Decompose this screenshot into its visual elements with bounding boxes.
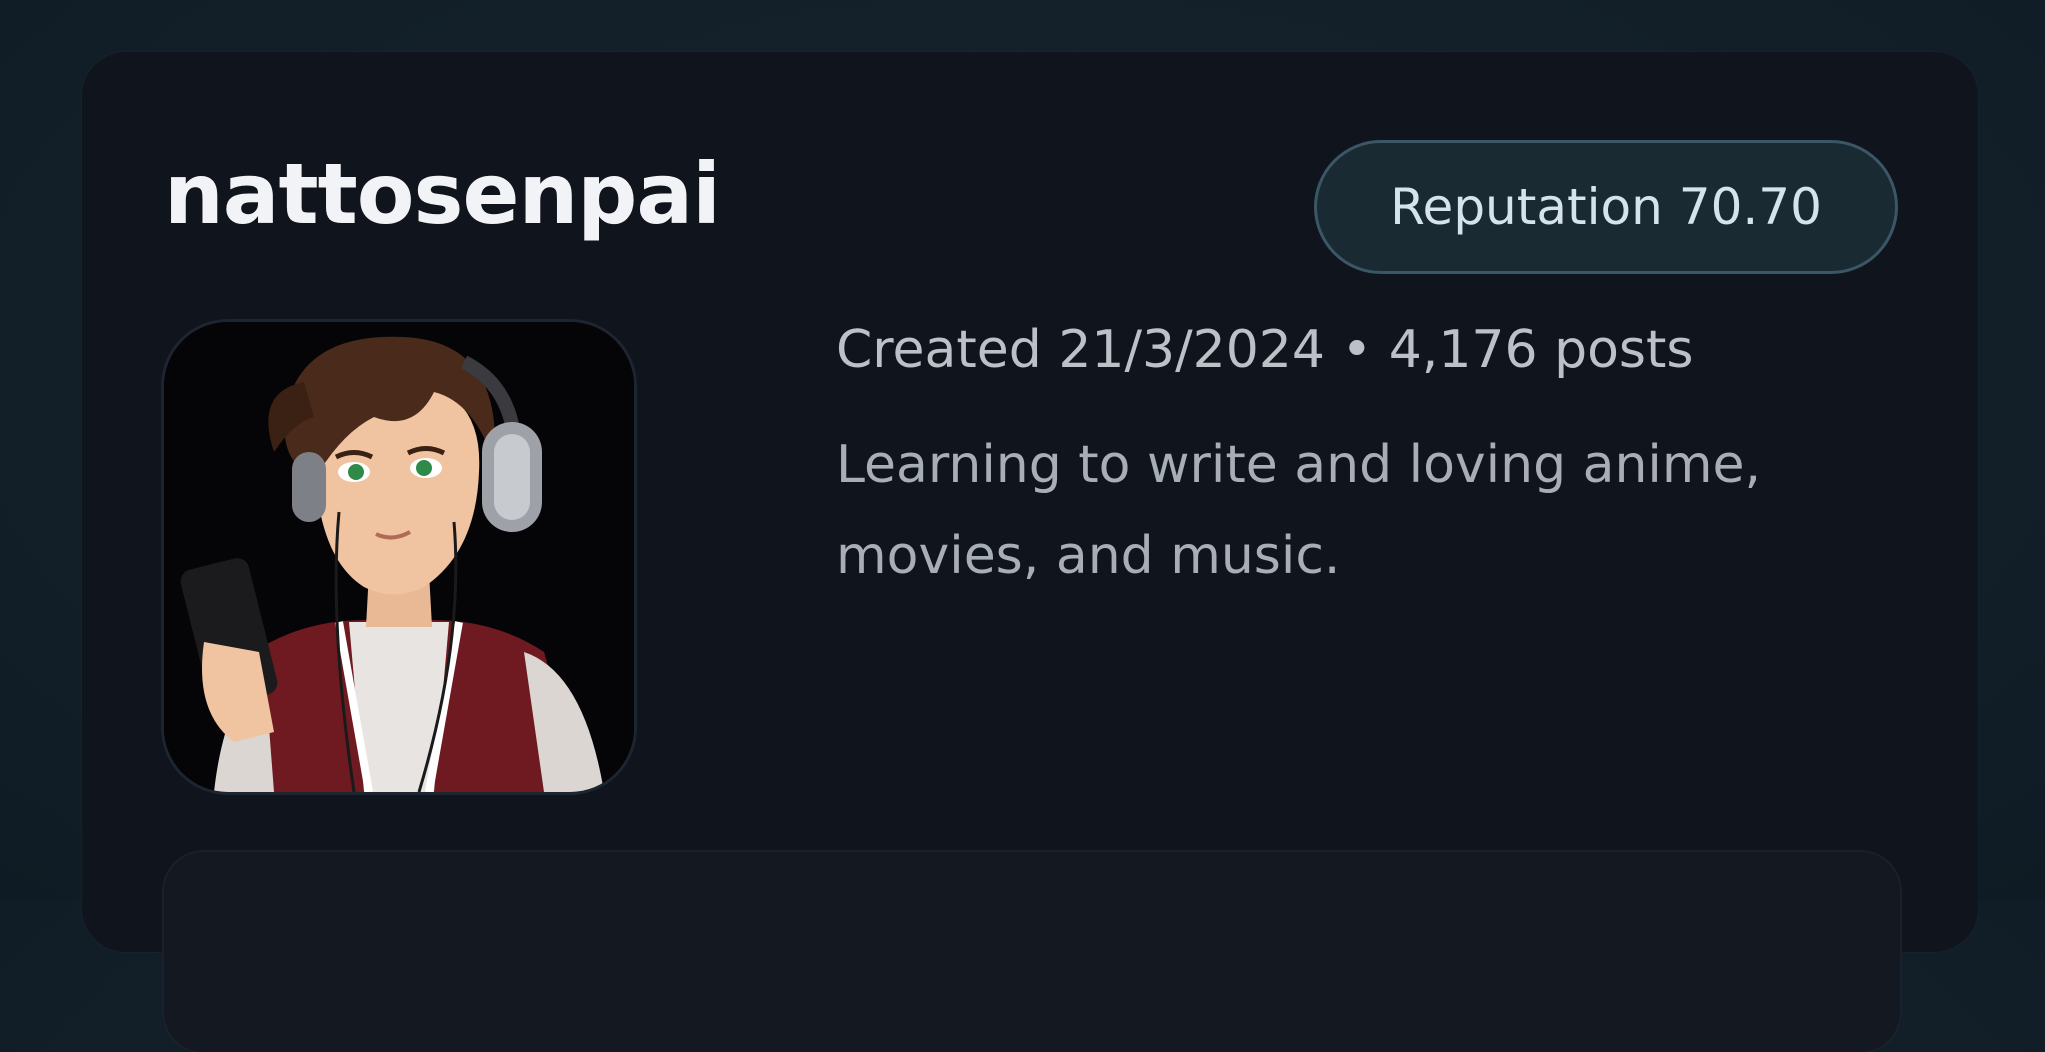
reputation-value: 70.70 (1678, 178, 1822, 236)
username: nattosenpai (164, 145, 721, 243)
bio: Learning to write and loving anime, movi… (836, 420, 1936, 602)
reputation-badge: Reputation 70.70 (1314, 140, 1898, 274)
created-date: 21/3/2024 (1058, 320, 1325, 380)
posts-count: 4,176 (1388, 320, 1538, 380)
avatar-illustration (164, 322, 634, 792)
account-meta: Created 21/3/2024 • 4,176 posts (836, 317, 1694, 385)
avatar[interactable] (164, 322, 634, 792)
meta-separator: • (1341, 320, 1373, 380)
bio-line: Learning to write and loving anime, (836, 435, 1762, 495)
posts-label: posts (1554, 320, 1694, 380)
reputation-label: Reputation (1390, 178, 1663, 236)
bio-line: movies, and music. (836, 526, 1341, 586)
created-label: Created (836, 320, 1042, 380)
profile-card: nattosenpai Reputation 70.70 Created 21/… (82, 52, 1978, 1052)
content-panel (164, 852, 1900, 1052)
